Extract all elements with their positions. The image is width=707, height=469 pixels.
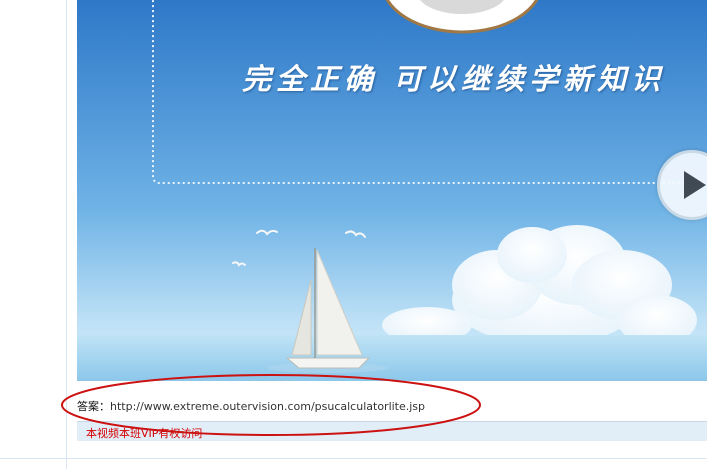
vip-access-notice: 本视频本班VIP有权访问 [86, 427, 203, 440]
page-left-border [66, 0, 67, 469]
answer-label: 答案： [77, 400, 110, 413]
banner-message: 完全正确 可以继续学新知识 [242, 62, 666, 96]
answer-url-link[interactable]: http://www.extreme.outervision.com/psuca… [110, 400, 425, 413]
play-icon [684, 171, 706, 199]
answer-row: 答案：http://www.extreme.outervision.com/ps… [77, 398, 425, 414]
vip-notice-bar: 本视频本班VIP有权访问 [77, 421, 707, 441]
video-player[interactable]: 完全正确 可以继续学新知识 [77, 0, 707, 381]
page-bottom-divider [0, 458, 707, 459]
